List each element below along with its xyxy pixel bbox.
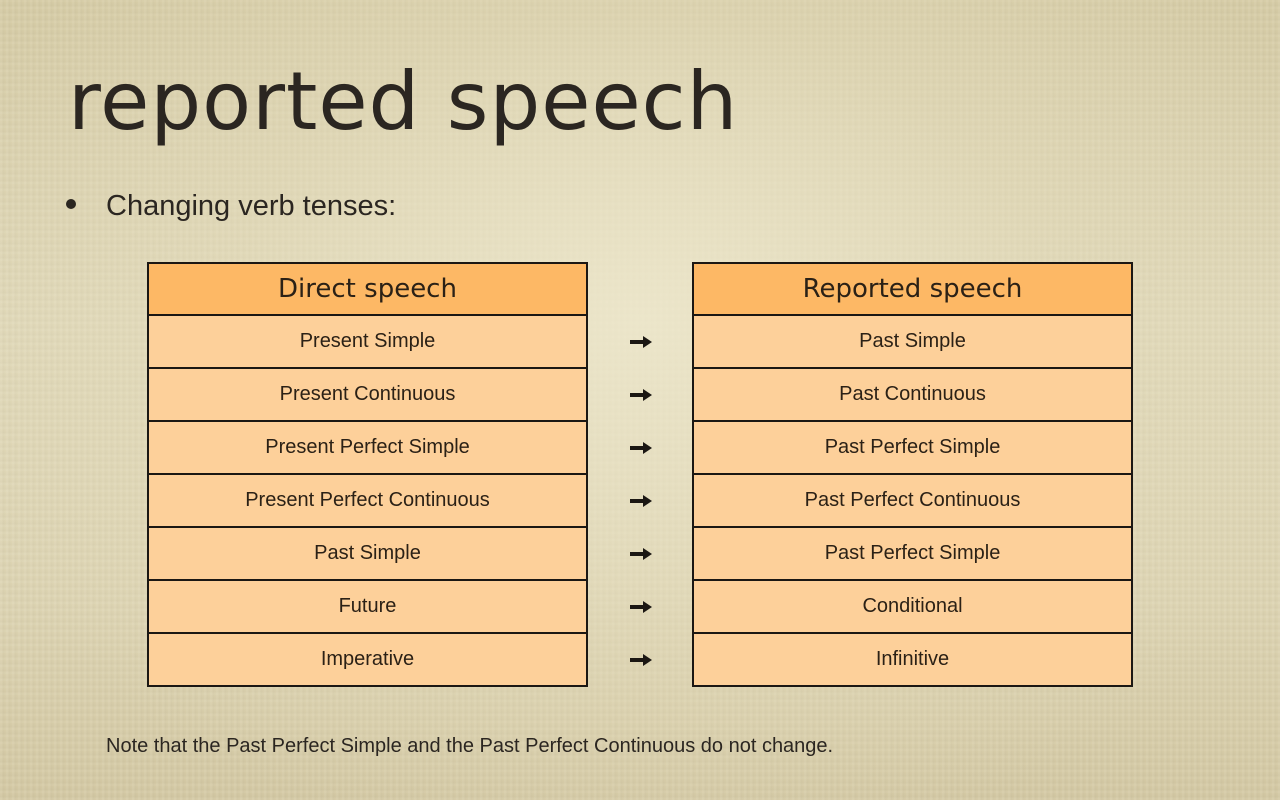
right-arrow-icon (620, 527, 662, 580)
table-row: Present Perfect Simple (149, 422, 586, 475)
right-arrow-icon (620, 315, 662, 368)
table-row: Present Continuous (149, 369, 586, 422)
bullet-item: Changing verb tenses: (66, 186, 396, 226)
arrow-column (620, 315, 662, 686)
table-row: Imperative (149, 634, 586, 685)
table-row: Past Perfect Simple (694, 528, 1131, 581)
table-row: Present Simple (149, 316, 586, 369)
table-row: Past Simple (149, 528, 586, 581)
table-row: Past Continuous (694, 369, 1131, 422)
table-row: Future (149, 581, 586, 634)
slide-title: reported speech (68, 55, 739, 148)
direct-speech-header: Direct speech (149, 264, 586, 316)
table-row: Past Perfect Simple (694, 422, 1131, 475)
table-row: Conditional (694, 581, 1131, 634)
bullet-text: Changing verb tenses: (106, 190, 397, 222)
table-row: Past Perfect Continuous (694, 475, 1131, 528)
right-arrow-icon (620, 633, 662, 686)
table-row: Present Perfect Continuous (149, 475, 586, 528)
right-arrow-icon (620, 421, 662, 474)
reported-speech-header: Reported speech (694, 264, 1131, 316)
right-arrow-icon (620, 474, 662, 527)
table-row: Past Simple (694, 316, 1131, 369)
footnote: Note that the Past Perfect Simple and th… (106, 735, 834, 757)
table-row: Infinitive (694, 634, 1131, 685)
right-arrow-icon (620, 580, 662, 633)
reported-speech-table: Reported speech Past Simple Past Continu… (692, 262, 1133, 687)
right-arrow-icon (620, 368, 662, 421)
direct-speech-table: Direct speech Present Simple Present Con… (147, 262, 588, 687)
bullet-dot-icon (66, 199, 76, 209)
